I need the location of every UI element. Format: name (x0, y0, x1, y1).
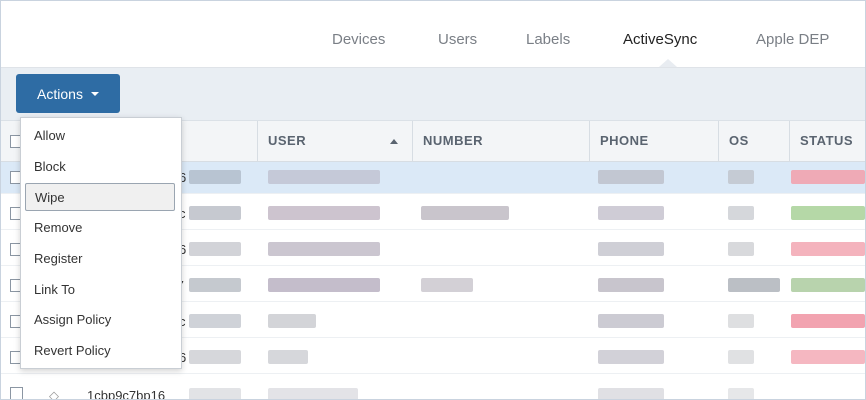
redacted-phone (598, 170, 664, 184)
toolbar: Actions (1, 68, 865, 121)
column-number-label: NUMBER (423, 133, 484, 148)
menu-item-block[interactable]: Block (25, 153, 175, 181)
menu-item-wipe[interactable]: Wipe (25, 183, 175, 211)
tab-users[interactable]: Users (438, 31, 477, 48)
active-tab-indicator (659, 59, 677, 67)
column-header-os[interactable]: OS (718, 121, 789, 161)
status-indicator (791, 170, 865, 184)
redacted-os (728, 314, 754, 328)
tab-apple-dep[interactable]: Apple DEP (756, 31, 829, 48)
redacted-phone (598, 278, 664, 292)
status-indicator (791, 206, 865, 220)
actions-dropdown-menu: Allow Block Wipe Remove Register Link To… (20, 117, 182, 369)
redacted-user (268, 170, 380, 184)
column-status-label: STATUS (800, 133, 854, 148)
redacted-id (189, 170, 241, 184)
redacted-id (189, 242, 241, 256)
column-header-user[interactable]: USER (257, 121, 412, 161)
caret-down-icon (90, 91, 99, 96)
redacted-user (268, 278, 380, 292)
menu-item-allow[interactable]: Allow (25, 122, 175, 150)
actions-button-label: Actions (37, 85, 83, 102)
tab-activesync[interactable]: ActiveSync (623, 31, 697, 48)
app-window: Devices Users Labels ActiveSync Apple DE… (0, 0, 866, 400)
redacted-id (189, 206, 241, 220)
menu-item-register[interactable]: Register (25, 245, 175, 273)
redacted-id (189, 314, 241, 328)
sort-ascending-icon (390, 139, 398, 144)
row-id: 1cbp9c7bp16 (87, 388, 166, 400)
redacted-os (728, 278, 780, 292)
menu-item-revert-policy[interactable]: Revert Policy (25, 337, 175, 365)
redacted-id (189, 278, 241, 292)
tab-devices[interactable]: Devices (332, 31, 385, 48)
redacted-number (421, 278, 473, 292)
redacted-os (728, 350, 754, 364)
redacted-phone (598, 388, 664, 399)
redacted-os (728, 388, 754, 399)
column-header-phone[interactable]: PHONE (589, 121, 718, 161)
column-header-number[interactable]: NUMBER (412, 121, 589, 161)
redacted-os (728, 206, 754, 220)
redacted-phone (598, 314, 664, 328)
expand-icon[interactable]: ◇ (49, 388, 59, 399)
redacted-number (421, 206, 509, 220)
redacted-phone (598, 206, 664, 220)
status-indicator (791, 350, 865, 364)
redacted-id (189, 350, 241, 364)
status-indicator (791, 278, 865, 292)
redacted-user (268, 388, 358, 399)
top-navigation: Devices Users Labels ActiveSync Apple DE… (1, 1, 865, 68)
column-header-status[interactable]: STATUS (789, 121, 865, 161)
menu-item-assign-policy[interactable]: Assign Policy (25, 306, 175, 334)
column-phone-label: PHONE (600, 133, 649, 148)
redacted-phone (598, 350, 664, 364)
column-os-label: OS (729, 133, 749, 148)
redacted-os (728, 170, 754, 184)
status-indicator (791, 242, 865, 256)
redacted-os (728, 242, 754, 256)
actions-button[interactable]: Actions (16, 74, 120, 113)
redacted-user (268, 314, 316, 328)
row-checkbox[interactable] (10, 387, 23, 399)
redacted-user (268, 242, 380, 256)
redacted-phone (598, 242, 664, 256)
menu-item-remove[interactable]: Remove (25, 214, 175, 242)
menu-item-link-to[interactable]: Link To (25, 276, 175, 304)
redacted-user (268, 206, 380, 220)
status-indicator (791, 314, 865, 328)
table-row[interactable]: ◇ 1cbp9c7bp16 (1, 378, 865, 400)
redacted-user (268, 350, 308, 364)
column-user-label: USER (268, 133, 307, 148)
redacted-id (189, 388, 241, 399)
tab-labels[interactable]: Labels (526, 31, 570, 48)
